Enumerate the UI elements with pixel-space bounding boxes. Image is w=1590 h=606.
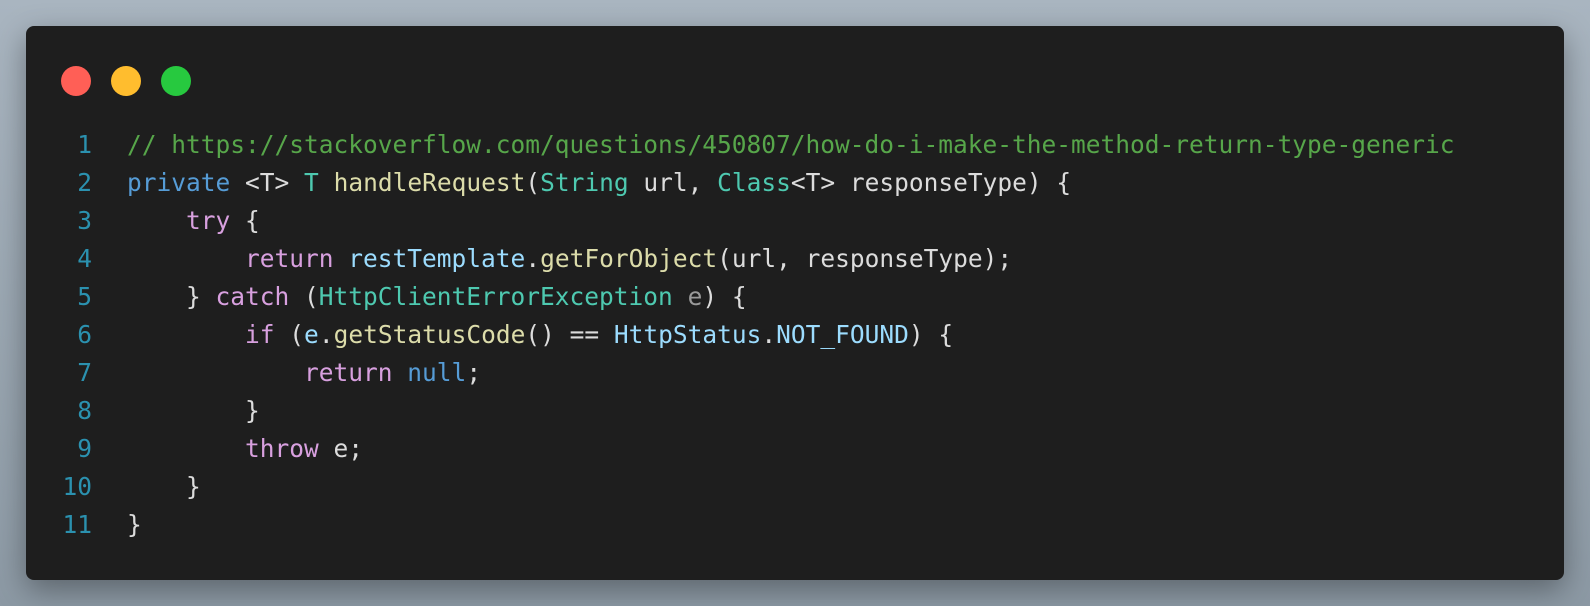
code-token: // https://stackoverflow.com/questions/4… bbox=[127, 130, 1455, 159]
code-token: <T> responseType) { bbox=[790, 168, 1072, 197]
line-number: 6 bbox=[77, 320, 92, 349]
line-source: } catch (HttpClientErrorException e) { bbox=[92, 278, 1564, 316]
code-token: ( bbox=[274, 320, 305, 349]
line-source: try { bbox=[92, 202, 1564, 240]
code-token: ( bbox=[289, 282, 319, 311]
line-number: 9 bbox=[77, 434, 92, 463]
code-token: T bbox=[304, 168, 319, 197]
line-number: 10 bbox=[62, 472, 92, 501]
code-token: { bbox=[230, 206, 260, 235]
code-line: 9 throw e; bbox=[26, 430, 1564, 468]
line-number: 5 bbox=[77, 282, 92, 311]
code-token: ) { bbox=[908, 320, 954, 349]
code-line: 3 try { bbox=[26, 202, 1564, 240]
line-number: 4 bbox=[77, 244, 92, 273]
code-token: restTemplate bbox=[348, 244, 526, 273]
line-source: return null; bbox=[92, 354, 1564, 392]
code-token: return bbox=[245, 244, 334, 273]
code-token: e bbox=[304, 320, 319, 349]
code-token: String bbox=[540, 168, 629, 197]
zoom-dot[interactable] bbox=[161, 66, 191, 96]
code-token: . bbox=[761, 320, 777, 349]
line-number: 3 bbox=[77, 206, 92, 235]
code-token: url, bbox=[628, 168, 718, 197]
code-token: getForObject bbox=[540, 244, 718, 273]
code-token: . bbox=[318, 320, 334, 349]
close-dot[interactable] bbox=[61, 66, 91, 96]
code-token: getStatusCode bbox=[333, 320, 526, 349]
code-line: 11} bbox=[26, 506, 1564, 544]
code-token: null bbox=[407, 358, 467, 387]
code-token: HttpClientErrorException bbox=[318, 282, 673, 311]
code-line: 2 private <T> T handleRequest(String url,… bbox=[26, 164, 1564, 202]
line-source: return restTemplate.getForObject(url, re… bbox=[92, 240, 1564, 278]
code-token: () == bbox=[525, 320, 614, 349]
code-token: HttpStatus bbox=[613, 320, 762, 349]
code-token: NOT_FOUND bbox=[776, 320, 909, 349]
code-token: catch bbox=[215, 282, 290, 311]
code-block: 1 // https://stackoverflow.com/questions/… bbox=[26, 126, 1564, 544]
code-token: if bbox=[245, 320, 275, 349]
code-line: 8 } bbox=[26, 392, 1564, 430]
line-number: 1 bbox=[77, 130, 92, 159]
code-token: ) { bbox=[702, 282, 747, 311]
code-token: ( bbox=[525, 168, 541, 197]
line-number: 2 bbox=[77, 168, 92, 197]
line-source: } bbox=[92, 468, 1564, 506]
line-number: 7 bbox=[77, 358, 92, 387]
code-line: 5 } catch (HttpClientErrorException e) { bbox=[26, 278, 1564, 316]
line-source: } bbox=[92, 506, 1564, 544]
line-number: 8 bbox=[77, 396, 92, 425]
code-token: Class bbox=[717, 168, 791, 197]
code-token: handleRequest bbox=[333, 168, 526, 197]
code-token: } bbox=[127, 472, 201, 501]
code-token: throw bbox=[245, 434, 319, 463]
window-controls bbox=[61, 66, 191, 96]
minimize-dot[interactable] bbox=[111, 66, 141, 96]
code-line: 7 return null; bbox=[26, 354, 1564, 392]
code-token: e bbox=[687, 282, 703, 311]
code-token: e; bbox=[318, 434, 364, 463]
code-token: } bbox=[127, 396, 260, 425]
line-source: throw e; bbox=[92, 430, 1564, 468]
code-line: 10 } bbox=[26, 468, 1564, 506]
code-line: 1 // https://stackoverflow.com/questions/… bbox=[26, 126, 1564, 164]
code-token: } bbox=[127, 282, 216, 311]
code-line: 4 return restTemplate.getForObject(url, … bbox=[26, 240, 1564, 278]
code-token: return bbox=[304, 358, 393, 387]
line-number: 11 bbox=[62, 510, 92, 539]
line-source: private <T> T handleRequest(String url, … bbox=[92, 164, 1564, 202]
code-token: (url, responseType); bbox=[717, 244, 1013, 273]
code-token: <T> bbox=[230, 168, 305, 197]
line-source: } bbox=[92, 392, 1564, 430]
line-source: // https://stackoverflow.com/questions/4… bbox=[92, 126, 1564, 164]
code-window: 1 // https://stackoverflow.com/questions/… bbox=[26, 26, 1564, 580]
code-token: try bbox=[186, 206, 231, 235]
line-source: if (e.getStatusCode() == HttpStatus.NOT_… bbox=[92, 316, 1564, 354]
code-token: ; bbox=[466, 358, 482, 387]
code-token: private bbox=[127, 168, 231, 197]
code-line: 6 if (e.getStatusCode() == HttpStatus.NO… bbox=[26, 316, 1564, 354]
code-token: } bbox=[127, 510, 142, 539]
code-token: . bbox=[525, 244, 541, 273]
